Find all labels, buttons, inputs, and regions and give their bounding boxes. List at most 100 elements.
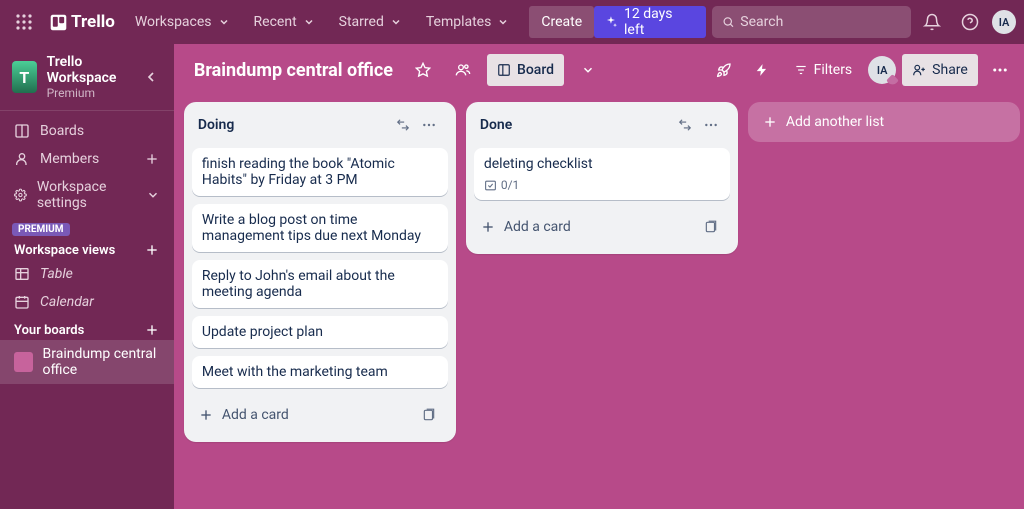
workspace-name: Trello Workspace xyxy=(47,54,131,86)
gear-icon xyxy=(14,187,27,203)
list-header: Doing xyxy=(192,110,448,140)
board-view-button[interactable]: Board xyxy=(487,54,564,86)
plus-icon xyxy=(762,114,778,130)
board-icon xyxy=(497,63,511,77)
collapse-list-button[interactable] xyxy=(390,112,416,138)
filters-button[interactable]: Filters xyxy=(784,54,863,86)
search-input[interactable] xyxy=(712,6,911,38)
card[interactable]: Meet with the marketing team xyxy=(192,356,448,388)
sidebar-item-boards[interactable]: Boards xyxy=(0,117,174,145)
add-view-button[interactable] xyxy=(144,242,160,258)
sidebar-nav: Boards Members Workspace settings xyxy=(0,111,174,223)
starred-menu[interactable]: Starred xyxy=(329,6,412,38)
board-icon xyxy=(14,123,30,139)
board-title[interactable]: Braindump central office xyxy=(188,60,399,81)
sidebar-item-settings[interactable]: Workspace settings xyxy=(0,173,174,217)
checklist-badge: 0/1 xyxy=(484,178,519,192)
add-list-button[interactable]: Add another list xyxy=(748,102,1020,142)
star-icon xyxy=(415,62,431,78)
board-menu-button[interactable] xyxy=(984,54,1016,86)
sidebar: T Trello Workspace Premium Boards Member… xyxy=(0,44,174,509)
board-area: Braindump central office Board Filters I… xyxy=(174,44,1024,509)
plus-icon xyxy=(144,322,160,338)
sidebar-view-table[interactable]: Table xyxy=(0,260,174,288)
visibility-button[interactable] xyxy=(447,54,479,86)
view-switcher-button[interactable] xyxy=(572,54,604,86)
collapse-sidebar-button[interactable] xyxy=(140,63,162,91)
board-member-avatar[interactable]: IA xyxy=(868,56,896,84)
list-menu-button[interactable] xyxy=(698,112,724,138)
list-title[interactable]: Done xyxy=(480,117,672,133)
checklist-icon xyxy=(484,179,497,192)
premium-badge: PREMIUM xyxy=(12,223,70,236)
board-header: Braindump central office Board Filters I… xyxy=(174,44,1024,96)
shell: T Trello Workspace Premium Boards Member… xyxy=(0,44,1024,509)
bolt-icon xyxy=(755,63,769,77)
workspace-views-heading: Workspace views xyxy=(0,236,174,260)
chevron-down-icon xyxy=(497,16,509,28)
card-template-button[interactable] xyxy=(416,402,442,428)
members-icon xyxy=(14,151,30,167)
list-title[interactable]: Doing xyxy=(198,117,390,133)
add-card-button[interactable]: Add a card xyxy=(192,396,448,434)
lists-container: Doing finish reading the book "Atomic Ha… xyxy=(174,96,1024,509)
search-icon xyxy=(722,15,735,29)
topbar-left: Trello Workspaces Recent Starred Templat… xyxy=(8,6,594,38)
add-card-button[interactable]: Add a card xyxy=(474,208,730,246)
create-button[interactable]: Create xyxy=(529,6,594,38)
workspace-tier: Premium xyxy=(47,86,131,100)
share-button[interactable]: Share xyxy=(902,54,978,86)
card[interactable]: Update project plan xyxy=(192,316,448,348)
chevron-down-icon xyxy=(303,16,315,28)
apps-switcher-icon[interactable] xyxy=(8,6,40,38)
board-thumbnail xyxy=(14,352,33,372)
chevron-left-icon xyxy=(143,69,159,85)
plus-icon xyxy=(198,407,214,423)
trial-days-left[interactable]: 12 days left xyxy=(594,6,706,38)
card[interactable]: Write a blog post on time management tip… xyxy=(192,204,448,252)
list-menu-button[interactable] xyxy=(416,112,442,138)
recent-menu[interactable]: Recent xyxy=(244,6,325,38)
chevron-down-icon xyxy=(390,16,402,28)
card[interactable]: finish reading the book "Atomic Habits" … xyxy=(192,148,448,196)
user-avatar[interactable]: IA xyxy=(992,10,1016,34)
workspaces-menu[interactable]: Workspaces xyxy=(125,6,240,38)
settings-expand[interactable] xyxy=(146,188,160,202)
chevron-down-icon xyxy=(146,188,160,202)
sidebar-item-members[interactable]: Members xyxy=(0,145,174,173)
template-icon xyxy=(422,408,436,422)
help-icon[interactable] xyxy=(954,6,986,38)
chevron-down-icon xyxy=(581,63,595,77)
search-field[interactable] xyxy=(740,14,900,30)
card[interactable]: deleting checklist 0/1 xyxy=(474,148,730,200)
sidebar-board-item[interactable]: Braindump central office xyxy=(0,340,174,384)
trello-logo[interactable]: Trello xyxy=(44,12,121,32)
workspace-logo: T xyxy=(12,61,37,93)
plus-icon xyxy=(144,242,160,258)
add-board-button[interactable] xyxy=(144,322,160,338)
plus-icon xyxy=(144,151,160,167)
powerups-button[interactable] xyxy=(708,54,740,86)
add-member-button[interactable] xyxy=(144,151,160,167)
card-template-button[interactable] xyxy=(698,214,724,240)
people-icon xyxy=(455,62,471,78)
dots-icon xyxy=(421,117,437,133)
workspace-header: T Trello Workspace Premium xyxy=(0,44,174,111)
templates-menu[interactable]: Templates xyxy=(416,6,520,38)
list-header: Done xyxy=(474,110,730,140)
board-header-right: Filters IA Share xyxy=(708,54,1016,86)
topbar-right: 12 days left IA xyxy=(594,6,1016,38)
collapse-list-button[interactable] xyxy=(672,112,698,138)
card[interactable]: Reply to John's email about the meeting … xyxy=(192,260,448,308)
star-board-button[interactable] xyxy=(407,54,439,86)
chevron-down-icon xyxy=(218,16,230,28)
notifications-icon[interactable] xyxy=(917,6,949,38)
user-plus-icon xyxy=(912,63,926,77)
filter-icon xyxy=(794,63,808,77)
card-badges: 0/1 xyxy=(484,178,720,192)
list: Doing finish reading the book "Atomic Ha… xyxy=(184,102,456,442)
sidebar-view-calendar[interactable]: Calendar xyxy=(0,288,174,316)
collapse-icon xyxy=(396,118,410,132)
sparkle-icon xyxy=(604,15,618,29)
automation-button[interactable] xyxy=(746,54,778,86)
